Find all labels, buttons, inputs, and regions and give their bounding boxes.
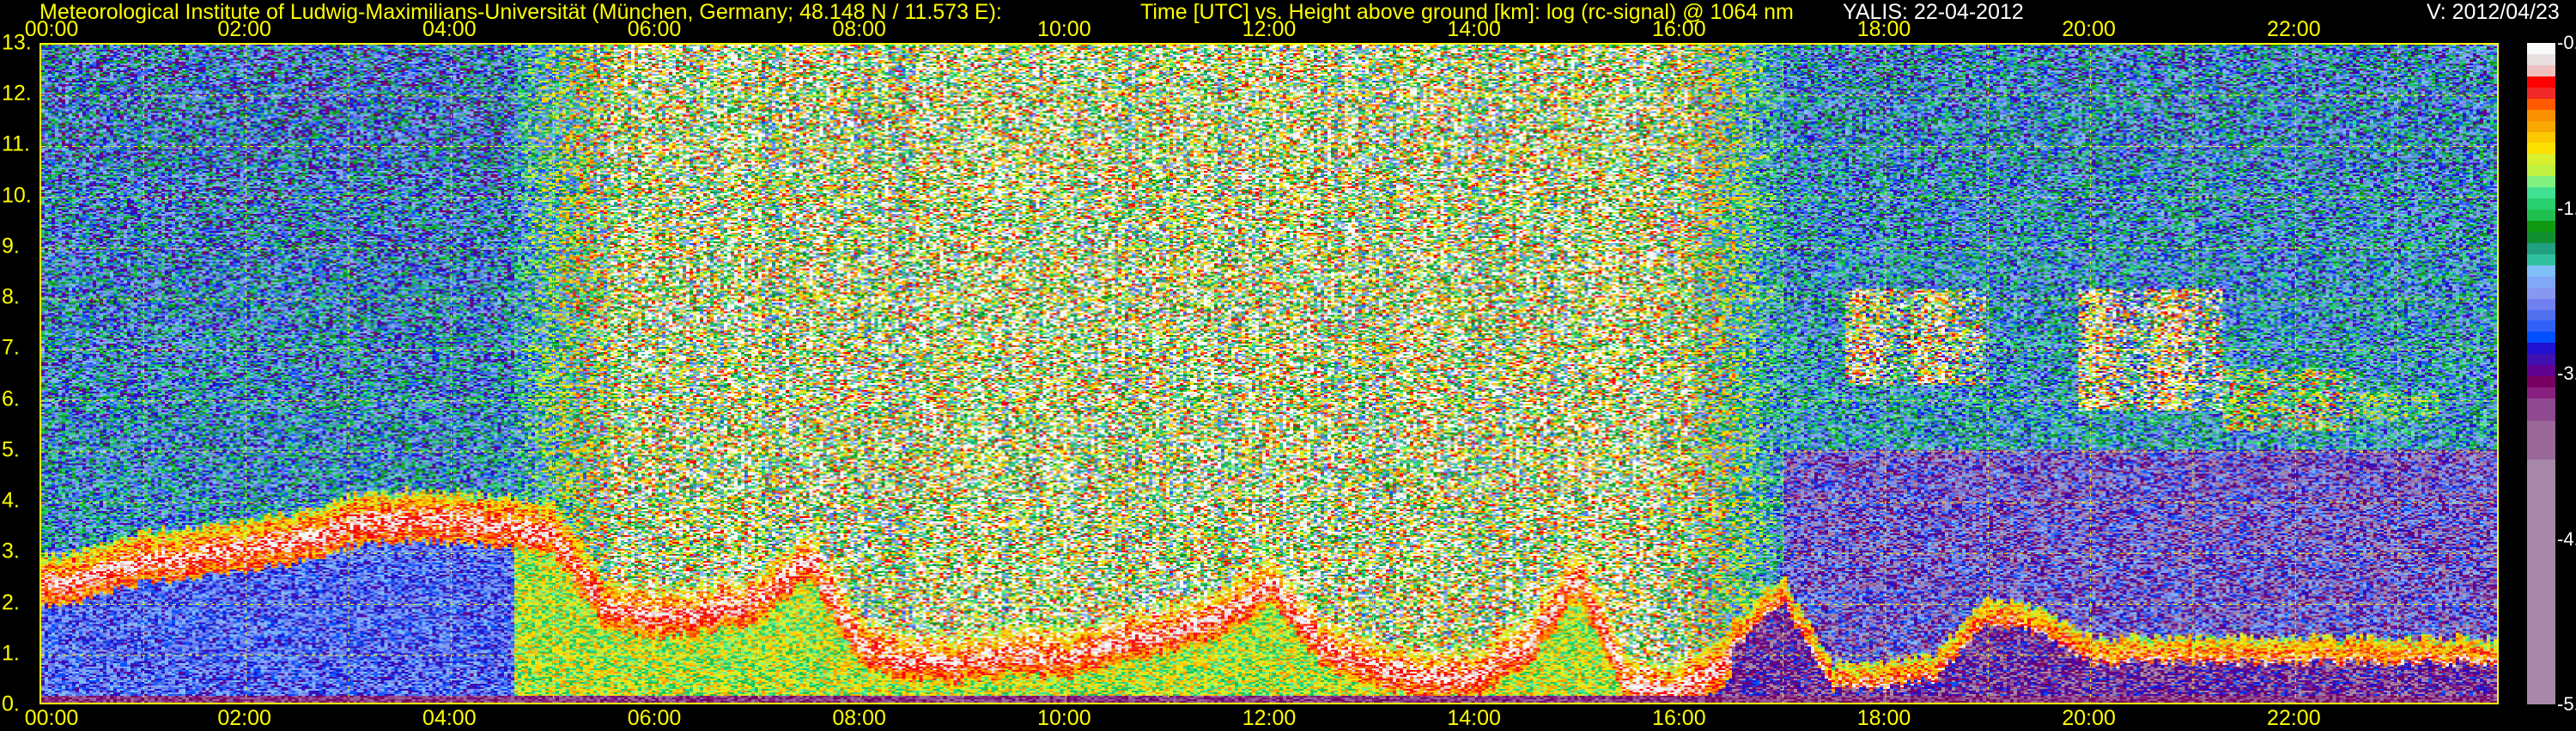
x-tick-label: 20:00 <box>2062 17 2116 41</box>
y-tick-label: 12. <box>2 81 32 106</box>
colorbar-swatch <box>2527 210 2555 221</box>
y-tick-label: 7. <box>2 335 20 360</box>
x-tick-label: 08:00 <box>832 706 886 730</box>
y-tick-label: 6. <box>2 387 20 411</box>
colorbar-swatch <box>2527 365 2555 377</box>
y-tick-label: 4. <box>2 488 20 513</box>
colorbar-swatch <box>2527 265 2555 277</box>
x-tick-label: 18:00 <box>1856 706 1911 730</box>
y-tick-label: 9. <box>2 234 20 259</box>
colorbar-swatch <box>2527 64 2555 76</box>
y-tick-label: 2. <box>2 590 20 615</box>
colorbar-swatch <box>2527 154 2555 166</box>
colorbar-swatch <box>2527 109 2555 121</box>
colorbar-tick-label: -5.50 <box>2557 693 2576 715</box>
y-tick-label: 10. <box>2 183 32 208</box>
colorbar-swatch <box>2527 343 2555 355</box>
colorbar-swatch <box>2527 131 2555 143</box>
colorbar-tick-label: -1.75 <box>2557 197 2576 219</box>
x-tick-label: 08:00 <box>832 17 886 41</box>
x-tick-label: 02:00 <box>217 17 271 41</box>
x-tick-label: 18:00 <box>1856 17 1911 41</box>
x-tick-label: 00:00 <box>24 17 79 41</box>
y-tick-label: 11. <box>2 131 30 156</box>
colorbar-swatch <box>2527 231 2555 243</box>
colorbar-swatch <box>2527 221 2555 232</box>
colorbar-swatch <box>2527 387 2555 399</box>
x-tick-label: 02:00 <box>217 706 271 730</box>
x-tick-label: 12:00 <box>1242 706 1297 730</box>
x-tick-label: 12:00 <box>1242 17 1297 41</box>
x-tick-label: 14:00 <box>1447 17 1501 41</box>
colorbar-swatch <box>2527 309 2555 321</box>
y-tick-label: 3. <box>2 539 20 563</box>
colorbar-tick-label: -4.25 <box>2557 527 2576 550</box>
colorbar-swatch <box>2527 76 2555 88</box>
lidar-time-height-plot <box>39 43 2499 704</box>
x-tick-label: 16:00 <box>1652 17 1706 41</box>
colorbar-swatch <box>2527 43 2555 54</box>
colorbar-swatch <box>2527 98 2555 110</box>
colorbar-swatch <box>2527 320 2555 332</box>
x-tick-label: 06:00 <box>627 17 682 41</box>
colorbar-swatch <box>2527 287 2555 299</box>
x-tick-label: 06:00 <box>627 706 682 730</box>
colorbar-swatch <box>2527 253 2555 265</box>
y-tick-label: 13. <box>2 30 32 55</box>
x-tick-label: 00:00 <box>24 706 79 730</box>
colorbar-swatch <box>2527 332 2555 344</box>
colorbar-swatch <box>2527 143 2555 155</box>
colorbar-swatch <box>2527 354 2555 366</box>
colorbar-swatch <box>2527 276 2555 288</box>
x-tick-label: 10:00 <box>1037 17 1091 41</box>
y-tick-label: 5. <box>2 437 20 462</box>
x-tick-label: 10:00 <box>1037 706 1091 730</box>
x-tick-label: 22:00 <box>2267 17 2321 41</box>
colorbar-swatch <box>2527 187 2555 199</box>
colorbar-swatch <box>2527 120 2555 132</box>
colorbar-swatch <box>2527 460 2555 704</box>
colorbar-swatch <box>2527 399 2555 421</box>
colorbar-swatch <box>2527 165 2555 177</box>
gridlines <box>41 45 2497 703</box>
x-tick-label: 04:00 <box>422 17 477 41</box>
colorbar-swatch <box>2527 198 2555 210</box>
version-label: V: 2012/04/23 <box>2427 0 2560 24</box>
colorbar-swatch <box>2527 376 2555 388</box>
colorbar <box>2527 43 2555 704</box>
y-tick-label: 8. <box>2 284 20 309</box>
x-tick-label: 14:00 <box>1447 706 1501 730</box>
colorbar-swatch <box>2527 53 2555 65</box>
y-tick-label: 1. <box>2 641 20 666</box>
colorbar-tick-label: -0.50 <box>2557 32 2576 53</box>
colorbar-swatch <box>2527 176 2555 188</box>
colorbar-swatch <box>2527 87 2555 99</box>
x-tick-label: 04:00 <box>422 706 477 730</box>
x-tick-label: 16:00 <box>1652 706 1706 730</box>
colorbar-swatch <box>2527 242 2555 254</box>
colorbar-tick-label: -3.00 <box>2557 362 2576 384</box>
colorbar-swatch <box>2527 298 2555 310</box>
y-tick-label: 0. <box>2 691 20 716</box>
x-tick-label: 20:00 <box>2062 706 2116 730</box>
colorbar-swatch <box>2527 420 2555 460</box>
x-tick-label: 22:00 <box>2267 706 2321 730</box>
